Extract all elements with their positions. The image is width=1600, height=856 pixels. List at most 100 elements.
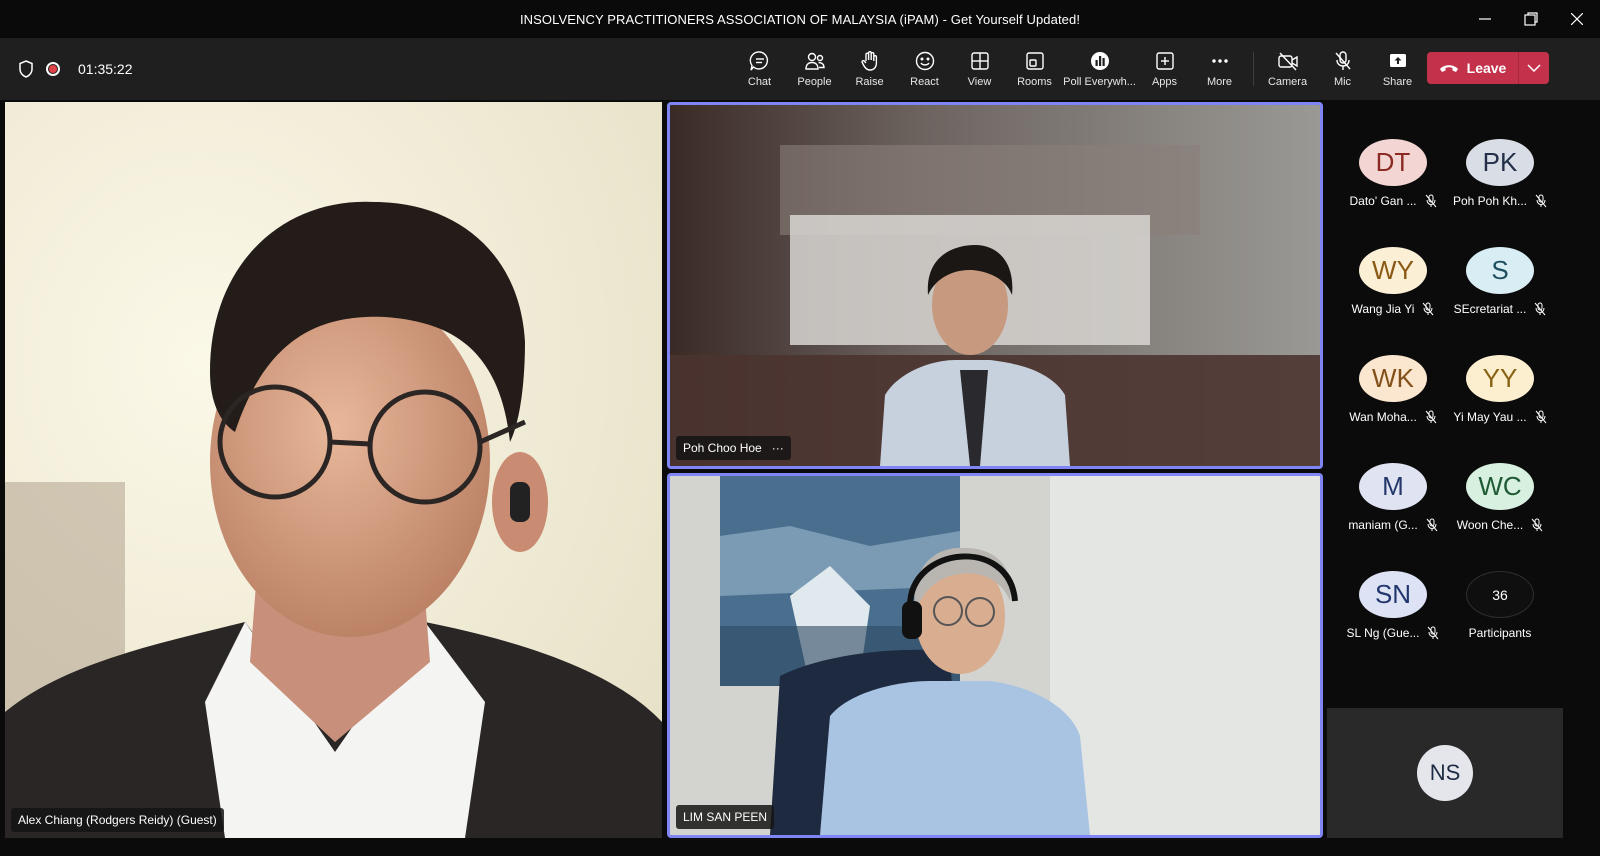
mic-label: Mic bbox=[1333, 76, 1352, 88]
participant-video bbox=[5, 102, 662, 838]
participant-name: SEcretariat ... bbox=[1453, 302, 1527, 316]
meeting-info: 01:35:22 bbox=[18, 38, 133, 100]
mic-off-icon bbox=[1425, 194, 1436, 208]
participant-video bbox=[670, 476, 1320, 835]
mic-off-icon bbox=[1535, 410, 1546, 424]
chat-icon bbox=[749, 51, 768, 71]
people-icon bbox=[804, 52, 825, 70]
avatar: WC bbox=[1466, 463, 1534, 510]
participant-card[interactable]: WY Wang Jia Yi bbox=[1338, 210, 1448, 316]
restore-icon bbox=[1524, 12, 1538, 26]
avatar: YY bbox=[1466, 355, 1534, 402]
share-button[interactable]: Share bbox=[1370, 38, 1425, 100]
avatar: WK bbox=[1359, 355, 1427, 402]
mic-off-icon bbox=[1423, 302, 1434, 316]
participant-name-tag: LIM SAN PEEN bbox=[676, 805, 775, 829]
react-icon bbox=[915, 51, 934, 71]
maximize-button[interactable] bbox=[1508, 0, 1554, 38]
meeting-toolbar: 01:35:22 Chat People Raise React View Ro… bbox=[0, 38, 1600, 100]
leave-options-button[interactable] bbox=[1519, 52, 1549, 84]
react-button[interactable]: React bbox=[897, 38, 952, 100]
camera-label: Camera bbox=[1267, 76, 1308, 88]
shield-icon[interactable] bbox=[18, 60, 34, 78]
mic-off-icon bbox=[1428, 626, 1439, 640]
camera-button[interactable]: Camera bbox=[1260, 38, 1315, 100]
participant-card[interactable]: YY Yi May Yau ... bbox=[1445, 318, 1555, 424]
mic-off-icon bbox=[1534, 302, 1546, 316]
self-view-tile[interactable]: NS bbox=[1327, 708, 1563, 838]
participant-card[interactable]: DT Dato' Gan ... bbox=[1338, 102, 1448, 208]
participants-count: 36 bbox=[1466, 571, 1534, 618]
mic-button[interactable]: Mic bbox=[1315, 38, 1370, 100]
mic-off-icon bbox=[1425, 410, 1437, 424]
participant-name-tag: Poh Choo Hoe ··· bbox=[676, 436, 791, 460]
poll-everywhere-button[interactable]: Poll Everywh... bbox=[1062, 38, 1137, 100]
participant-card[interactable]: PK Poh Poh Kh... bbox=[1445, 102, 1555, 208]
participant-name: SL Ng (Gue... bbox=[1346, 626, 1420, 640]
share-label: Share bbox=[1382, 76, 1413, 88]
leave-button[interactable]: Leave bbox=[1427, 52, 1518, 84]
window-controls bbox=[1462, 0, 1600, 38]
react-label: React bbox=[910, 76, 939, 88]
participant-card[interactable]: WC Woon Che... bbox=[1445, 426, 1555, 532]
close-icon bbox=[1571, 13, 1583, 25]
participant-name: Poh Choo Hoe bbox=[683, 441, 762, 455]
participant-name: Dato' Gan ... bbox=[1349, 194, 1417, 208]
raise-hand-icon bbox=[860, 51, 877, 71]
people-button[interactable]: People bbox=[787, 38, 842, 100]
rooms-icon bbox=[1025, 52, 1044, 70]
view-icon bbox=[970, 52, 989, 70]
participant-name: Yi May Yau ... bbox=[1453, 410, 1527, 424]
participants-label: Participants bbox=[1468, 626, 1532, 640]
participant-name: Alex Chiang (Rodgers Reidy) (Guest) bbox=[18, 813, 217, 827]
mic-off-icon bbox=[1426, 518, 1438, 532]
phone-hangup-icon bbox=[1439, 65, 1458, 72]
participants-overflow-button[interactable]: 36 Participants bbox=[1445, 534, 1555, 640]
mic-off-icon bbox=[1535, 194, 1547, 208]
participant-card[interactable]: S SEcretariat ... bbox=[1445, 210, 1555, 316]
avatar: NS bbox=[1417, 745, 1473, 801]
poll-label: Poll Everywh... bbox=[1063, 76, 1136, 88]
participant-gallery: DT Dato' Gan ... PK Poh Poh Kh... WY Wan… bbox=[1327, 102, 1563, 702]
avatar: WY bbox=[1359, 247, 1427, 294]
close-button[interactable] bbox=[1554, 0, 1600, 38]
rooms-label: Rooms bbox=[1017, 76, 1052, 88]
toolbar-actions: Chat People Raise React View Rooms Poll … bbox=[732, 38, 1425, 100]
meeting-stage: Alex Chiang (Rodgers Reidy) (Guest) Poh … bbox=[0, 100, 1600, 856]
raise-hand-button[interactable]: Raise bbox=[842, 38, 897, 100]
share-icon bbox=[1389, 54, 1406, 67]
leave-button-group: Leave bbox=[1427, 52, 1549, 84]
mic-off-icon bbox=[1531, 518, 1543, 532]
view-button[interactable]: View bbox=[952, 38, 1007, 100]
rooms-button[interactable]: Rooms bbox=[1007, 38, 1062, 100]
camera-off-icon bbox=[1277, 52, 1298, 71]
apps-button[interactable]: Apps bbox=[1137, 38, 1192, 100]
minimize-button[interactable] bbox=[1462, 0, 1508, 38]
avatar: S bbox=[1466, 247, 1534, 294]
video-tile-main[interactable]: Alex Chiang (Rodgers Reidy) (Guest) bbox=[5, 102, 662, 838]
avatar: PK bbox=[1466, 139, 1534, 186]
more-icon bbox=[1211, 59, 1228, 63]
recording-icon bbox=[46, 62, 60, 76]
participant-name: Woon Che... bbox=[1456, 518, 1524, 532]
participant-name: Wang Jia Yi bbox=[1351, 302, 1415, 316]
more-label: More bbox=[1206, 76, 1233, 88]
people-label: People bbox=[797, 76, 832, 88]
video-tile-bottom[interactable]: LIM SAN PEEN bbox=[667, 473, 1323, 838]
chevron-down-icon bbox=[1527, 64, 1541, 72]
title-bar: INSOLVENCY PRACTITIONERS ASSOCIATION OF … bbox=[0, 0, 1600, 38]
participant-card[interactable]: SN SL Ng (Gue... bbox=[1338, 534, 1448, 640]
participant-card[interactable]: WK Wan Moha... bbox=[1338, 318, 1448, 424]
participant-name: Wan Moha... bbox=[1349, 410, 1417, 424]
window-title: INSOLVENCY PRACTITIONERS ASSOCIATION OF … bbox=[519, 11, 1081, 27]
more-options-icon[interactable]: ··· bbox=[772, 441, 784, 455]
video-tile-top[interactable]: Poh Choo Hoe ··· bbox=[667, 102, 1323, 469]
participant-name: maniam (G... bbox=[1348, 518, 1418, 532]
avatar: M bbox=[1359, 463, 1427, 510]
chat-button[interactable]: Chat bbox=[732, 38, 787, 100]
participant-name: LIM SAN PEEN bbox=[683, 810, 768, 824]
avatar: DT bbox=[1359, 139, 1427, 186]
apps-label: Apps bbox=[1151, 76, 1178, 88]
more-button[interactable]: More bbox=[1192, 38, 1247, 100]
participant-card[interactable]: M maniam (G... bbox=[1338, 426, 1448, 532]
